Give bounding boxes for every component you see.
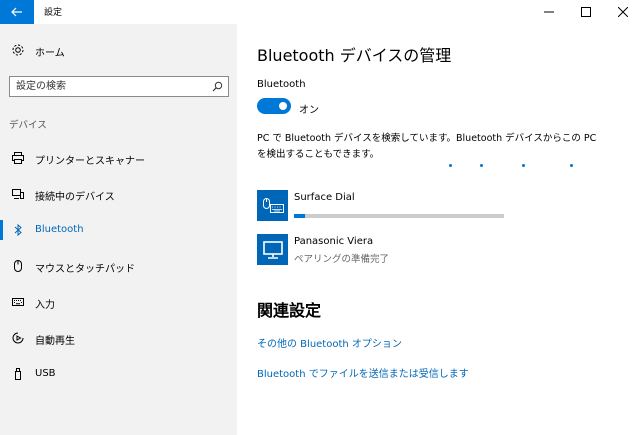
main-content: Bluetooth デバイスの管理 Bluetooth オン PC で Blue…	[237, 24, 640, 435]
nav-item-label: 入力	[35, 300, 55, 311]
nav-item-typing[interactable]: 入力	[0, 289, 237, 315]
device-status: ペアリングの準備完了	[294, 254, 390, 265]
nav-item-usb[interactable]: USB	[0, 361, 237, 387]
selection-indicator	[0, 220, 3, 240]
progress-dot	[480, 164, 483, 167]
section-label-devices: デバイス	[9, 120, 47, 131]
minimize-icon	[544, 11, 554, 13]
nav-item-connected-devices[interactable]: 接続中のデバイス	[0, 181, 237, 207]
pairing-progress-bar	[294, 214, 504, 218]
bluetooth-toggle-label: Bluetooth	[257, 79, 306, 90]
searching-progress-dots	[447, 164, 577, 170]
nav-item-label: プリンターとスキャナー	[35, 156, 145, 167]
back-arrow-icon	[11, 7, 22, 17]
progress-dot	[522, 164, 525, 167]
window-title: 設定	[44, 8, 63, 18]
connected-devices-icon	[12, 189, 24, 199]
related-settings-title: 関連設定	[257, 301, 322, 320]
device-name: Panasonic Viera	[294, 236, 374, 247]
progress-dot	[449, 164, 452, 167]
close-button[interactable]	[606, 0, 640, 24]
send-receive-files-link[interactable]: Bluetooth でファイルを送信または受信します	[257, 365, 469, 380]
search-icon[interactable]	[212, 81, 223, 92]
search-box	[9, 76, 229, 97]
bluetooth-toggle[interactable]	[257, 98, 291, 114]
nav-item-label: 自動再生	[35, 336, 75, 347]
nav-item-label: 接続中のデバイス	[35, 192, 115, 203]
home-label: ホーム	[35, 48, 65, 59]
nav-item-label: マウスとタッチパッド	[35, 264, 135, 275]
nav-item-label: Bluetooth	[35, 224, 84, 235]
mouse-icon	[14, 260, 22, 272]
maximize-icon	[581, 7, 591, 17]
device-name: Surface Dial	[294, 192, 355, 203]
autoplay-icon	[12, 332, 24, 344]
settings-nav: ホーム デバイス プリンターとスキャナー 接続中のデバイス Bluetooth	[0, 24, 237, 435]
back-button[interactable]	[0, 0, 34, 24]
nav-item-label: USB	[35, 368, 56, 379]
usb-icon	[15, 368, 21, 380]
discovery-message: PC で Bluetooth デバイスを検索しています。Bluetooth デバ…	[257, 133, 597, 160]
toggle-state-text: オン	[299, 105, 319, 116]
keyboard-icon	[12, 298, 24, 306]
close-icon	[618, 7, 628, 17]
page-title: Bluetooth デバイスの管理	[257, 46, 452, 65]
gear-icon	[12, 44, 24, 56]
maximize-button[interactable]	[569, 0, 603, 24]
search-input[interactable]	[10, 77, 206, 96]
minimize-button[interactable]	[532, 0, 566, 24]
title-bar: 設定	[0, 0, 640, 24]
pairing-progress-fill	[294, 214, 305, 218]
monitor-device-icon	[257, 234, 288, 265]
mouse-keyboard-device-icon	[257, 190, 288, 221]
nav-item-printers[interactable]: プリンターとスキャナー	[0, 145, 237, 171]
toggle-knob	[279, 102, 287, 110]
bluetooth-icon	[14, 223, 22, 237]
nav-item-mouse-touchpad[interactable]: マウスとタッチパッド	[0, 253, 237, 279]
printer-icon	[12, 152, 24, 164]
nav-item-bluetooth[interactable]: Bluetooth	[0, 217, 237, 243]
device-panasonic-viera[interactable]: Panasonic Viera ペアリングの準備完了	[257, 234, 507, 268]
more-bluetooth-options-link[interactable]: その他の Bluetooth オプション	[257, 335, 402, 350]
home-nav-item[interactable]: ホーム	[0, 40, 237, 62]
device-surface-dial[interactable]: Surface Dial	[257, 190, 507, 224]
nav-item-autoplay[interactable]: 自動再生	[0, 325, 237, 351]
progress-dot	[570, 164, 573, 167]
